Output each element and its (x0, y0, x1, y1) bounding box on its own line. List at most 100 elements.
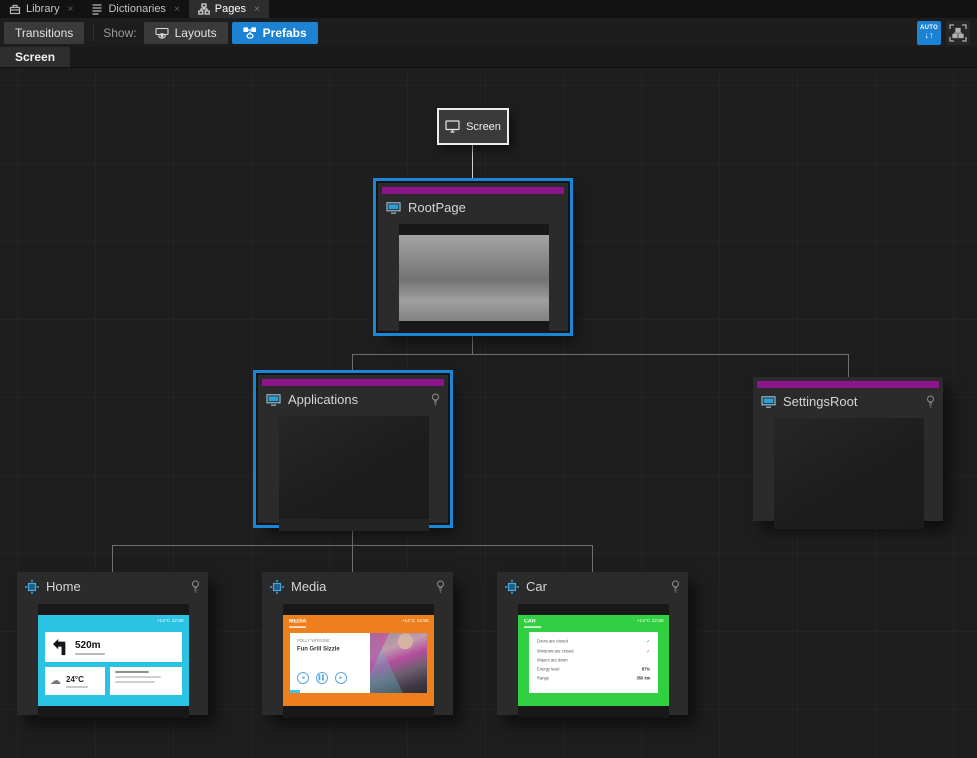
progress-indicator (290, 690, 300, 693)
auto-arrange-button[interactable]: AUTO ↓↑ (917, 21, 941, 45)
connector-to-applications (352, 354, 353, 377)
node-thumbnail: CAR +14°C 12:50 Doors are closed ✓ Windo… (518, 604, 669, 718)
node-title: RootPage (408, 200, 560, 215)
letterbox-band (518, 706, 669, 718)
lightbulb-icon[interactable] (671, 580, 680, 593)
tab-library[interactable]: Library × (0, 0, 82, 18)
rootpage-preview (399, 235, 549, 321)
node-title: Car (526, 579, 664, 594)
pages-icon (198, 3, 210, 15)
node-screen[interactable]: Screen (437, 108, 509, 145)
car-status-card: Doors are closed ✓ Windows are closed ✓ … (529, 632, 658, 693)
tab-dictionaries-label: Dictionaries (108, 3, 165, 15)
pages-graph-canvas[interactable]: Screen RootPage (0, 69, 977, 758)
auto-sync-arrows-icon: ↓↑ (925, 31, 934, 40)
app-title: CAR (524, 619, 541, 628)
node-title: Screen (466, 121, 501, 133)
distance-value: 520m (75, 640, 105, 651)
previous-track-icon: ◄ (297, 672, 309, 684)
prefabs-toggle-button[interactable]: Prefabs (232, 22, 318, 44)
connector-to-home (112, 545, 113, 574)
node-home[interactable]: Home +14°C 12:50 520m (17, 572, 208, 715)
layouts-label: Layouts (175, 26, 217, 40)
car-status-row: Energy level 87% (537, 667, 650, 673)
tab-pages[interactable]: Pages × (189, 0, 269, 18)
lightbulb-icon[interactable] (436, 580, 445, 593)
node-media[interactable]: Media MEDIA +14°C 12:50 POLLY WREUNE Fun… (262, 572, 453, 715)
letterbox-band (283, 604, 434, 615)
navigation-card: 520m (45, 632, 182, 662)
cloud-icon: ☁ (50, 676, 61, 687)
node-title: Applications (288, 392, 424, 407)
prefab-node-icon (505, 580, 519, 594)
album-art-photo (370, 633, 427, 693)
temperature-value: 24°C (66, 675, 88, 684)
settingsroot-preview (774, 418, 924, 529)
transitions-button[interactable]: Transitions (4, 22, 84, 44)
node-thumbnail (774, 418, 924, 529)
car-status-row: Windows are closed ✓ (537, 648, 650, 655)
lightbulb-icon[interactable] (431, 393, 440, 406)
node-thumbnail (279, 416, 429, 531)
page-node-icon (386, 202, 401, 214)
layouts-toggle-button[interactable]: Layouts (144, 22, 228, 44)
close-icon[interactable]: × (174, 4, 180, 15)
lightbulb-icon[interactable] (191, 580, 200, 593)
letterbox-band (399, 321, 549, 332)
node-applications[interactable]: Applications (258, 375, 448, 523)
info-card (110, 667, 182, 695)
connector-to-car (592, 545, 593, 574)
pause-icon: ▌▌ (316, 672, 328, 684)
node-rootpage[interactable]: RootPage (378, 183, 568, 331)
lightbulb-icon[interactable] (926, 395, 935, 408)
node-settingsroot[interactable]: SettingsRoot (753, 377, 943, 521)
page-node-icon (266, 394, 281, 406)
text-placeholder (115, 671, 149, 673)
dictionaries-icon (91, 3, 103, 15)
tab-dictionaries[interactable]: Dictionaries × (82, 0, 188, 18)
status-text: +14°C 12:50 (637, 619, 664, 624)
show-label: Show: (103, 26, 136, 40)
pages-toolbar: Transitions Show: Layouts Prefabs AUTO ↓… (0, 18, 977, 47)
library-icon (9, 3, 21, 15)
page-node-icon (761, 396, 776, 408)
page-state-strip (262, 379, 444, 386)
node-car[interactable]: Car CAR +14°C 12:50 Doors are closed ✓ (497, 572, 688, 715)
text-placeholder (115, 676, 161, 678)
next-track-icon: ► (335, 672, 347, 684)
applications-preview (279, 416, 429, 519)
prefabs-icon (243, 27, 257, 39)
weather-card: ☁ 24°C (45, 667, 105, 695)
text-placeholder (289, 626, 306, 628)
node-thumbnail (399, 224, 549, 332)
car-status-row: Wipers are down (537, 658, 650, 664)
node-title: SettingsRoot (783, 394, 919, 409)
fit-to-view-icon (949, 24, 967, 42)
page-state-strip (382, 187, 564, 194)
page-state-strip (757, 381, 939, 388)
letterbox-band (399, 224, 549, 235)
track-artist: POLLY WREUNE (297, 639, 348, 643)
letterbox-band (38, 604, 189, 615)
layouts-eye-icon (155, 27, 169, 39)
close-icon[interactable]: × (68, 4, 74, 15)
car-status-row: Range 350 km (537, 676, 650, 682)
letterbox-band (38, 706, 189, 718)
fit-to-view-button[interactable] (946, 21, 970, 45)
connector-rail-1 (352, 354, 849, 355)
text-placeholder (524, 626, 541, 628)
text-placeholder (75, 653, 105, 655)
breadcrumb: Screen (0, 47, 977, 68)
close-icon[interactable]: × (254, 4, 260, 15)
home-preview: +14°C 12:50 520m ☁ 24°C (38, 615, 189, 706)
node-title: Media (291, 579, 429, 594)
status-text: +14°C 12:50 (402, 619, 429, 624)
connector-to-settingsroot (848, 354, 849, 379)
letterbox-band (518, 604, 669, 615)
car-status-row: Doors are closed ✓ (537, 638, 650, 645)
connector-rootpage-down (472, 336, 473, 354)
letterbox-band (283, 706, 434, 718)
prefab-node-icon (270, 580, 284, 594)
prefabs-label: Prefabs (263, 26, 307, 40)
breadcrumb-screen-tab[interactable]: Screen (0, 47, 70, 67)
